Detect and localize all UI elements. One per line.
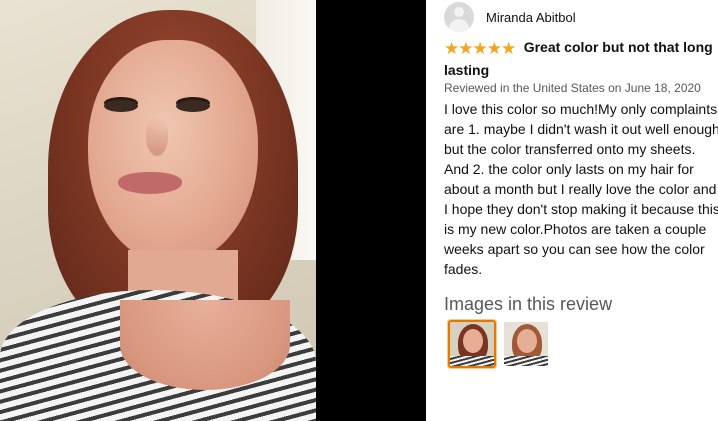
image-viewer	[0, 0, 426, 421]
review-body: I love this color so much!My only compla…	[444, 101, 718, 277]
review-title-row: ★★★★★ Great color but not that long last…	[444, 37, 718, 81]
review-date: Reviewed in the United States on June 18…	[444, 81, 701, 95]
star-icon: ★	[472, 39, 488, 58]
star-icon: ★	[501, 39, 516, 58]
images-heading: Images in this review	[444, 294, 613, 314]
review-photo	[0, 0, 316, 421]
review-image-thumbnail-2[interactable]	[502, 320, 550, 368]
reviewer-name[interactable]: Miranda Abitbol	[486, 10, 576, 25]
star-icon: ★	[458, 39, 473, 58]
star-rating[interactable]: ★★★★★	[444, 38, 516, 60]
review-panel: Miranda Abitbol ★★★★★ Great color but no…	[426, 0, 718, 421]
star-icon: ★	[444, 39, 459, 58]
avatar-icon	[444, 2, 474, 32]
review-image-thumbnails	[448, 320, 550, 368]
review-image-thumbnail-1[interactable]	[448, 320, 496, 368]
star-icon: ★	[486, 39, 502, 58]
reviewer-profile[interactable]: Miranda Abitbol	[444, 2, 576, 32]
